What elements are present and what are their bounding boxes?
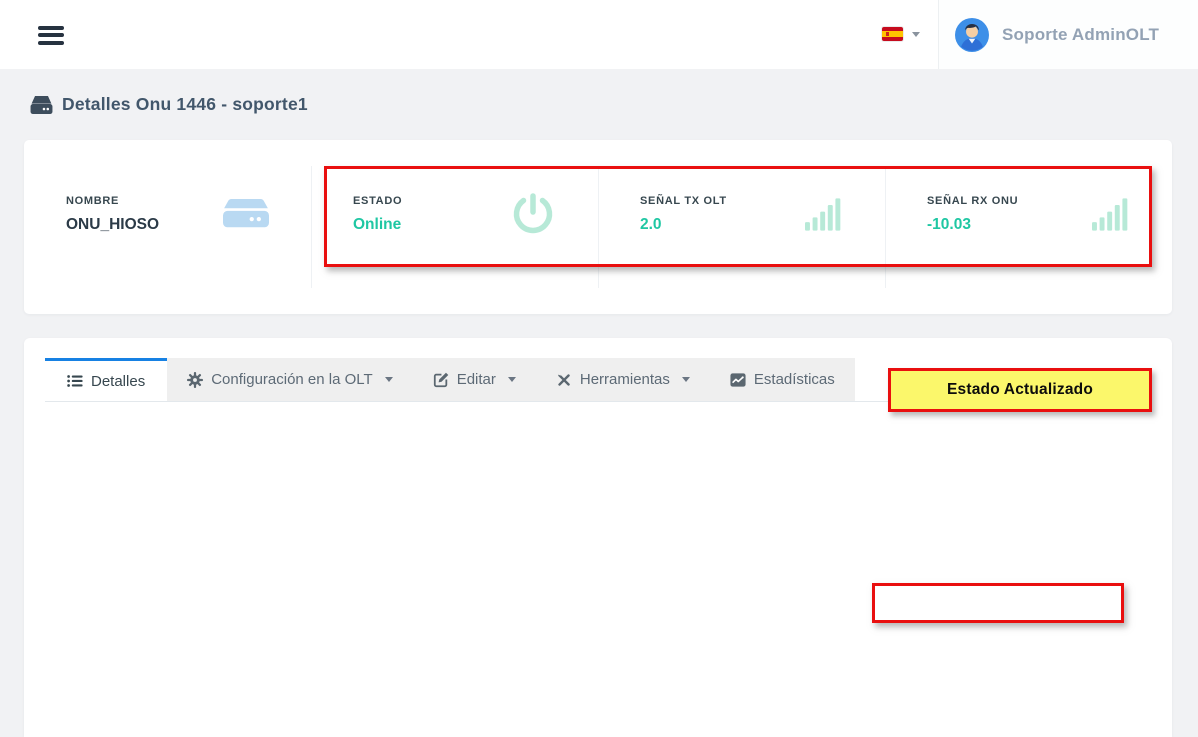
- stat-senal-rx-onu: SEÑAL RX ONU -10.03: [885, 140, 1172, 314]
- list-icon: [67, 374, 83, 388]
- user-name: Soporte AdminOLT: [1002, 25, 1159, 45]
- tab-herramientas[interactable]: Herramientas: [536, 358, 710, 401]
- stat-value: 2.0: [640, 216, 727, 234]
- tab-label: Estadísticas: [754, 371, 835, 388]
- tab-editar[interactable]: Editar: [413, 358, 536, 401]
- stat-label: SEÑAL RX ONU: [927, 195, 1018, 207]
- power-icon: [510, 191, 556, 237]
- annotation-status-updated: Estado Actualizado: [888, 368, 1152, 412]
- app-screen: Soporte AdminOLT Detalles Onu 1446 - sop…: [0, 0, 1198, 737]
- onu-stats-card: NOMBRE ONU_HIOSO ESTADO Online SEÑAL T: [24, 140, 1172, 314]
- avatar: [955, 18, 989, 52]
- tab-estadisticas[interactable]: Estadísticas: [710, 358, 855, 401]
- signal-icon: [1092, 198, 1130, 231]
- tab-group: Configuración en la OLT Editar: [167, 358, 855, 401]
- tab-label: Configuración en la OLT: [211, 371, 372, 388]
- menu-toggle-icon[interactable]: [38, 26, 64, 45]
- gear-icon: [187, 372, 203, 388]
- chevron-down-icon: [385, 377, 393, 382]
- tab-label: Editar: [457, 371, 496, 388]
- stat-senal-tx-olt: SEÑAL TX OLT 2.0: [598, 140, 885, 314]
- signal-icon: [805, 198, 843, 231]
- stat-label: SEÑAL TX OLT: [640, 195, 727, 207]
- stat-estado: ESTADO Online: [311, 140, 598, 314]
- language-selector[interactable]: [882, 24, 920, 44]
- chevron-down-icon: [682, 377, 690, 382]
- stat-label: NOMBRE: [66, 195, 159, 207]
- chevron-down-icon: [508, 377, 516, 382]
- stat-nombre: NOMBRE ONU_HIOSO: [24, 140, 311, 314]
- tab-detalles[interactable]: Detalles: [45, 358, 167, 401]
- tools-icon: [556, 372, 572, 388]
- stat-value: Online: [353, 216, 402, 234]
- chart-icon: [730, 372, 746, 388]
- stat-value: -10.03: [927, 216, 1018, 234]
- tab-label: Detalles: [91, 373, 145, 390]
- edit-icon: [433, 372, 449, 388]
- annotation-label: Estado Actualizado: [947, 381, 1093, 399]
- spain-flag-icon: [882, 27, 903, 41]
- stat-label: ESTADO: [353, 195, 402, 207]
- breadcrumb: Detalles Onu 1446 - soporte1: [30, 94, 308, 115]
- page-title: Detalles Onu 1446 - soporte1: [62, 94, 308, 115]
- tab-configuracion-olt[interactable]: Configuración en la OLT: [167, 358, 412, 401]
- chevron-down-icon: [912, 32, 920, 37]
- tab-label: Herramientas: [580, 371, 670, 388]
- modem-icon: [223, 197, 269, 231]
- stat-value: ONU_HIOSO: [66, 216, 159, 234]
- user-menu[interactable]: Soporte AdminOLT: [939, 0, 1198, 69]
- hdd-icon: [30, 95, 53, 115]
- topbar: Soporte AdminOLT: [0, 0, 1198, 69]
